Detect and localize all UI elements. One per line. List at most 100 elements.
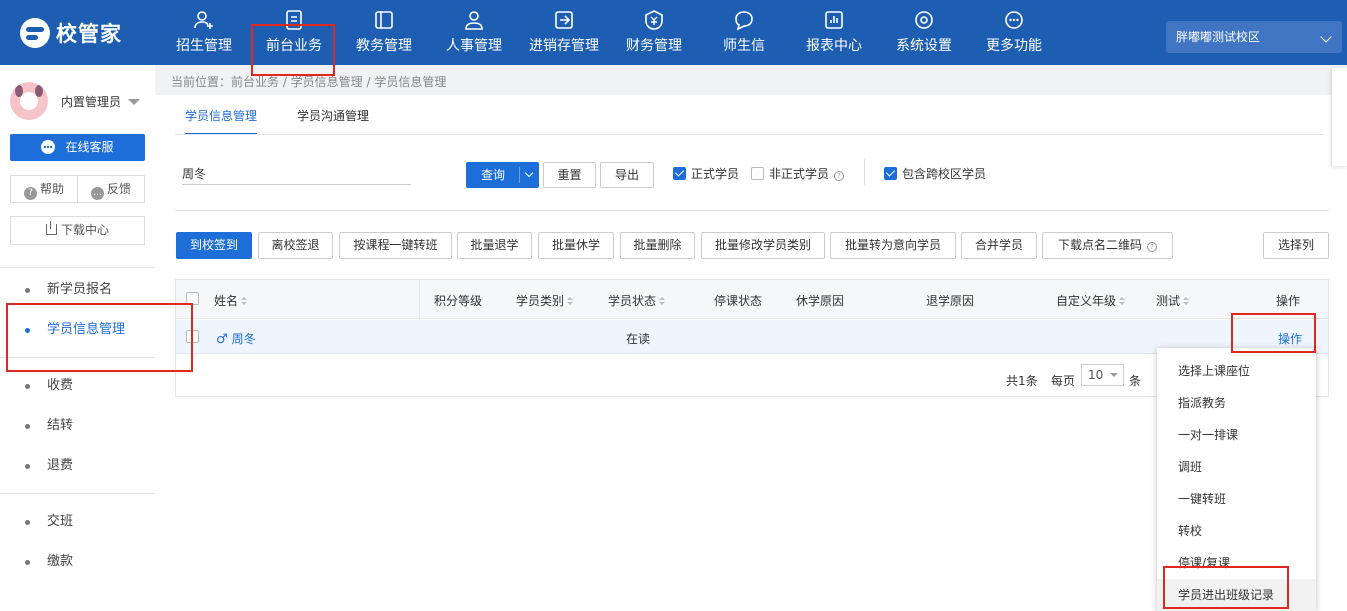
page-size-select[interactable]: 10 [1081,364,1124,386]
menu-item-select-seat[interactable]: 选择上课座位 [1157,355,1316,387]
menu-item-one-on-one-schedule[interactable]: 一对一排课 [1157,419,1316,451]
nav-label: 报表中心 [806,38,862,54]
sidebar-item-student-info[interactable]: 学员信息管理 [0,315,155,345]
select-all-checkbox[interactable] [186,292,199,305]
brand-logo[interactable]: 校管家 [20,18,122,48]
checkbox-checked-icon[interactable] [673,167,686,180]
batch-withdraw-button[interactable]: 批量退学 [457,232,532,259]
nav-item-reports[interactable]: 报表中心 [789,0,879,65]
batch-suspend-button[interactable]: 批量休学 [538,232,614,259]
menu-item-transfer-school[interactable]: 转校 [1157,515,1316,547]
filter-informal-students[interactable]: 非正式学员? [751,167,845,181]
sidebar-item-payment[interactable]: 缴款 [0,547,155,577]
row-actions-button[interactable]: 操作 [1278,330,1302,347]
search-input[interactable]: 周冬 [182,165,411,185]
download-qr-label: 下载点名二维码 [1057,238,1142,252]
nav-item-inventory[interactable]: 进销存管理 [519,0,609,65]
column-header-label: 测试 [1156,294,1181,308]
column-header-custom-grade[interactable]: 自定义年级 [1056,292,1126,309]
menu-item-class-history[interactable]: 学员进出班级记录 [1157,579,1316,611]
nav-item-academic[interactable]: 教务管理 [339,0,429,65]
side-popup[interactable] [1331,68,1347,166]
menu-item-one-click-transfer[interactable]: 一键转班 [1157,483,1316,515]
caret-down-icon[interactable] [128,99,140,105]
nav-item-more[interactable]: 更多功能 [969,0,1059,65]
batch-modify-category-button[interactable]: 批量修改学员类别 [701,232,825,259]
nav-label: 更多功能 [986,38,1042,54]
nav-item-finance[interactable]: 财务管理 [609,0,699,65]
one-click-transfer-button[interactable]: 按课程一键转班 [339,232,452,259]
nav-item-settings[interactable]: 系统设置 [879,0,969,65]
divider [864,159,865,185]
tab-student-info[interactable]: 学员信息管理 [185,107,258,135]
sidebar-item-new-enrollment[interactable]: 新学员报名 [0,275,155,305]
sort-icon[interactable] [567,297,574,306]
nav-label: 进销存管理 [529,38,599,54]
question-icon[interactable]: ? [1147,242,1157,252]
sidebar-item-shift-handover[interactable]: 交班 [0,507,155,537]
nav-item-messaging[interactable]: 师生信 [699,0,789,65]
student-name-link[interactable]: ♂ 周冬 [216,330,256,347]
per-page-unit: 条 [1129,374,1142,388]
column-header-leave-reason: 休学原因 [796,294,845,308]
sort-icon[interactable] [241,297,248,306]
bullet-icon [25,328,30,333]
nav-label: 系统设置 [896,38,952,54]
online-service-label: 在线客服 [65,140,114,154]
column-header-points-level: 积分等级 [434,294,483,308]
batch-to-prospect-button[interactable]: 批量转为意向学员 [830,232,956,259]
check-in-button[interactable]: 到校签到 [176,232,252,259]
page-size-value: 10 [1088,368,1104,382]
student-status: 在读 [626,332,651,346]
avatar[interactable] [10,82,48,120]
menu-item-change-class[interactable]: 调班 [1157,451,1316,483]
help-button[interactable]: ? 帮助 [11,176,77,202]
help-label: 帮助 [39,182,64,196]
column-header-name[interactable]: 姓名 [214,292,248,309]
online-service-button[interactable]: 在线客服 [10,134,145,161]
merge-students-button[interactable]: 合并学员 [961,232,1037,259]
sidebar-item-label: 缴款 [47,554,74,569]
tab-student-communication[interactable]: 学员沟通管理 [297,107,369,135]
filter-cross-campus[interactable]: 包含跨校区学员 [884,167,986,181]
sort-icon[interactable] [1183,297,1190,306]
campus-selector[interactable]: 胖嘟嘟测试校区 [1166,21,1342,53]
question-icon[interactable]: ? [834,171,845,181]
checkbox-icon[interactable] [751,167,764,180]
select-columns-button[interactable]: 选择列 [1263,232,1329,259]
student-table: 姓名 积分等级 学员类别 学员状态 停课状态 休学原因 退学原因 自定义年级 测… [175,279,1329,397]
column-header-label: 自定义年级 [1056,294,1117,308]
filter-label: 包含跨校区学员 [902,167,987,181]
export-button[interactable]: 导出 [600,162,654,188]
nav-item-front-desk[interactable]: 前台业务 [249,0,339,65]
batch-delete-button[interactable]: 批量删除 [620,232,695,259]
user-add-icon [194,11,213,29]
username[interactable]: 内置管理员 [61,93,121,110]
menu-item-assign-academic[interactable]: 指派教务 [1157,387,1316,419]
check-out-button[interactable]: 离校签退 [258,232,333,259]
sidebar-item-refund[interactable]: 退费 [0,451,155,481]
checkbox-checked-icon[interactable] [884,167,897,180]
sort-icon[interactable] [1119,297,1126,306]
male-icon: ♂ [216,332,228,347]
download-qr-button[interactable]: 下载点名二维码? [1042,232,1173,259]
feedback-button[interactable]: … 反馈 [77,176,144,202]
sort-icon[interactable] [659,297,666,306]
column-header-test[interactable]: 测试 [1156,292,1190,309]
column-header-status[interactable]: 学员状态 [608,292,666,309]
sidebar-item-charge[interactable]: 收费 [0,371,155,401]
column-header-category[interactable]: 学员类别 [516,292,574,309]
row-checkbox[interactable] [186,330,199,343]
sidebar-item-transfer[interactable]: 结转 [0,411,155,441]
chevron-down-icon[interactable] [524,168,534,178]
campus-name: 胖嘟嘟测试校区 [1176,30,1261,44]
menu-item-suspend-resume[interactable]: 停课/复课 [1157,547,1316,579]
inventory-icon [555,11,573,29]
filter-formal-students[interactable]: 正式学员 [673,167,739,181]
chat-icon [735,11,753,31]
nav-item-hr[interactable]: 人事管理 [429,0,519,65]
reset-button[interactable]: 重置 [543,162,596,188]
download-center-button[interactable]: 下载中心 [10,216,145,245]
query-button[interactable]: 查询 [466,162,539,188]
nav-item-enrollment[interactable]: 招生管理 [159,0,249,65]
